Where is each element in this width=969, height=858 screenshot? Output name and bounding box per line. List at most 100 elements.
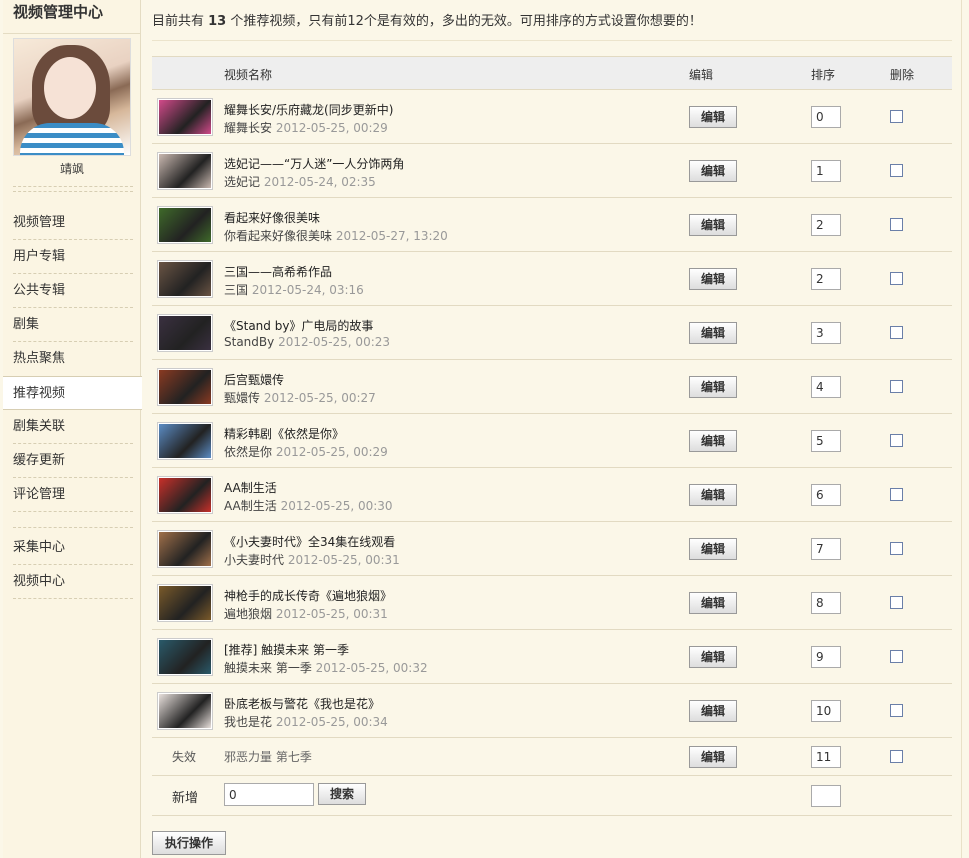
video-thumbnail[interactable]: [157, 206, 213, 244]
delete-checkbox[interactable]: [890, 434, 903, 447]
video-title[interactable]: 看起来好像很美味: [224, 209, 320, 226]
new-label: 新增: [172, 791, 199, 806]
video-title[interactable]: 耀舞长安/乐府藏龙(同步更新中): [224, 101, 393, 118]
sort-input[interactable]: [811, 214, 841, 236]
video-date: 2012-05-25, 00:32: [315, 661, 428, 675]
video-title[interactable]: 《Stand by》广电局的故事: [224, 317, 373, 334]
delete-checkbox[interactable]: [890, 164, 903, 177]
invalid-label: 失效: [172, 750, 197, 764]
video-thumbnail[interactable]: [157, 476, 213, 514]
delete-checkbox[interactable]: [890, 750, 903, 763]
delete-checkbox[interactable]: [890, 380, 903, 393]
sort-input[interactable]: [811, 646, 841, 668]
video-thumbnail[interactable]: [157, 584, 213, 622]
edit-button[interactable]: 编辑: [689, 160, 737, 182]
sidebar-item-recommended-videos[interactable]: 推荐视频: [3, 376, 142, 410]
execute-button[interactable]: 执行操作: [152, 831, 226, 855]
sort-input[interactable]: [811, 322, 841, 344]
delete-checkbox[interactable]: [890, 272, 903, 285]
video-title[interactable]: 精彩韩剧《依然是你》: [224, 425, 344, 442]
sort-input[interactable]: [811, 700, 841, 722]
sort-input[interactable]: [811, 106, 841, 128]
table-row: 后宫甄嬛传甄嬛传 2012-05-25, 00:27 编辑: [152, 360, 952, 414]
column-header-sort: 排序: [811, 68, 836, 82]
video-title[interactable]: 卧底老板与警花《我也是花》: [224, 695, 380, 712]
divider: [152, 40, 952, 41]
video-title: 邪恶力量 第七季: [224, 750, 312, 764]
video-thumbnail[interactable]: [157, 638, 213, 676]
sidebar-item-collect-center[interactable]: 采集中心: [3, 531, 141, 565]
page-edge: [961, 0, 969, 858]
video-subtitle: 耀舞长安 2012-05-25, 00:29: [224, 121, 388, 135]
video-title[interactable]: 选妃记——“万人迷”一人分饰两角: [224, 155, 404, 172]
table-row: 看起来好像很美味 你看起来好像很美味 2012-05-27, 13:20 编辑: [152, 198, 952, 252]
sidebar-item-public-album[interactable]: 公共专辑: [3, 274, 141, 308]
sidebar-item-user-album[interactable]: 用户专辑: [3, 240, 141, 274]
video-subtitle: 甄嬛传 2012-05-25, 00:27: [224, 391, 376, 405]
sidebar-item-hot-focus[interactable]: 热点聚焦: [3, 342, 141, 376]
edit-button[interactable]: 编辑: [689, 268, 737, 290]
video-thumbnail[interactable]: [157, 530, 213, 568]
video-title[interactable]: AA制生活: [224, 479, 277, 496]
delete-checkbox[interactable]: [890, 542, 903, 555]
delete-checkbox[interactable]: [890, 488, 903, 501]
video-thumbnail[interactable]: [157, 98, 213, 136]
delete-checkbox[interactable]: [890, 218, 903, 231]
edit-button[interactable]: 编辑: [689, 538, 737, 560]
delete-checkbox[interactable]: [890, 650, 903, 663]
video-date: 2012-05-25, 00:23: [278, 335, 391, 349]
video-date: 2012-05-25, 00:34: [275, 715, 388, 729]
video-title[interactable]: [推荐] 触摸未来 第一季: [224, 641, 349, 658]
sort-input[interactable]: [811, 430, 841, 452]
video-thumbnail[interactable]: [157, 260, 213, 298]
divider: [13, 191, 133, 192]
edit-button[interactable]: 编辑: [689, 376, 737, 398]
edit-button[interactable]: 编辑: [689, 646, 737, 668]
sidebar-item-cache-update[interactable]: 缓存更新: [3, 444, 141, 478]
sidebar-item-video-management[interactable]: 视频管理: [3, 206, 141, 240]
sidebar-item-series-link[interactable]: 剧集关联: [3, 410, 141, 444]
sidebar-item-comment-management[interactable]: 评论管理: [3, 478, 141, 512]
edit-button[interactable]: 编辑: [689, 106, 737, 128]
edit-button[interactable]: 编辑: [689, 592, 737, 614]
delete-checkbox[interactable]: [890, 704, 903, 717]
sort-input[interactable]: [811, 592, 841, 614]
video-date: 2012-05-25, 00:31: [275, 607, 388, 621]
delete-checkbox[interactable]: [890, 110, 903, 123]
video-thumbnail[interactable]: [157, 368, 213, 406]
edit-button[interactable]: 编辑: [689, 746, 737, 768]
video-thumbnail[interactable]: [157, 422, 213, 460]
video-title[interactable]: 神枪手的成长传奇《遍地狼烟》: [224, 587, 392, 604]
table-row: 精彩韩剧《依然是你》 依然是你 2012-05-25, 00:29 编辑: [152, 414, 952, 468]
sidebar-item-video-center[interactable]: 视频中心: [3, 565, 141, 599]
video-subtitle: 选妃记 2012-05-24, 02:35: [224, 175, 376, 189]
video-date: 2012-05-25, 00:30: [280, 499, 393, 513]
sort-input[interactable]: [811, 746, 841, 768]
new-video-id-input[interactable]: [224, 783, 314, 806]
sidebar-item-series[interactable]: 剧集: [3, 308, 141, 342]
edit-button[interactable]: 编辑: [689, 322, 737, 344]
sort-input[interactable]: [811, 484, 841, 506]
sort-input[interactable]: [811, 785, 841, 807]
table-row: 卧底老板与警花《我也是花》 我也是花 2012-05-25, 00:34 编辑: [152, 684, 952, 738]
edit-button[interactable]: 编辑: [689, 700, 737, 722]
sort-input[interactable]: [811, 160, 841, 182]
video-subtitle: 小夫妻时代 2012-05-25, 00:31: [224, 553, 400, 567]
delete-checkbox[interactable]: [890, 596, 903, 609]
sort-input[interactable]: [811, 376, 841, 398]
video-title[interactable]: 三国——高希希作品: [224, 263, 332, 280]
edit-button[interactable]: 编辑: [689, 484, 737, 506]
sort-input[interactable]: [811, 268, 841, 290]
search-button[interactable]: 搜索: [318, 783, 366, 805]
video-title[interactable]: 后宫甄嬛传: [224, 371, 284, 388]
video-thumbnail[interactable]: [157, 152, 213, 190]
video-thumbnail[interactable]: [157, 692, 213, 730]
sort-input[interactable]: [811, 538, 841, 560]
edit-button[interactable]: 编辑: [689, 430, 737, 452]
video-date: 2012-05-27, 13:20: [335, 229, 448, 243]
video-title[interactable]: 《小夫妻时代》全34集在线观看: [224, 533, 395, 550]
delete-checkbox[interactable]: [890, 326, 903, 339]
divider: [13, 527, 133, 528]
video-thumbnail[interactable]: [157, 314, 213, 352]
edit-button[interactable]: 编辑: [689, 214, 737, 236]
